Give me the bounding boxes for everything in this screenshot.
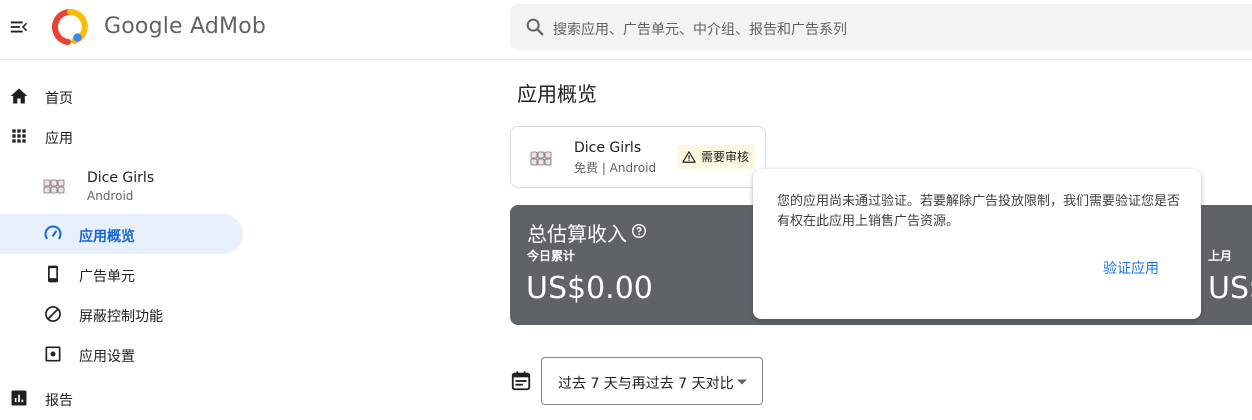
app-platform: Android <box>87 189 134 203</box>
verify-app-button[interactable]: 验证应用 <box>1095 257 1167 281</box>
sidebar-item-label: 应用设置 <box>79 349 135 365</box>
search-placeholder: 搜索应用、广告单元、中介组、报告和广告系列 <box>553 22 847 38</box>
help-icon[interactable] <box>631 223 647 239</box>
phone-icon <box>48 265 58 283</box>
sidebar-item-apps[interactable]: 应用 <box>0 116 243 156</box>
brand-product: AdMob <box>189 14 267 39</box>
today-value: US$0.00 <box>526 271 653 306</box>
sidebar-item-app-overview[interactable]: 应用概览 <box>0 214 243 254</box>
sidebar-item-label: 应用 <box>45 131 73 147</box>
sidebar-item-app-settings[interactable]: 应用设置 <box>0 334 243 374</box>
app-card-name: Dice Girls <box>574 140 642 156</box>
app-name: Dice Girls <box>87 170 155 186</box>
gauge-icon <box>44 225 62 240</box>
search-bar[interactable]: 搜索应用、广告单元、中介组、报告和广告系列 <box>510 4 1252 50</box>
admob-logo[interactable] <box>52 9 88 45</box>
menu-collapse-icon[interactable] <box>8 16 30 38</box>
brand-name: Google AdMob <box>104 14 266 39</box>
report-icon <box>11 390 27 406</box>
page-title: 应用概览 <box>517 82 597 106</box>
sidebar-item-app[interactable]: Dice Girls Android <box>0 161 243 211</box>
sidebar-item-ad-units[interactable]: 广告单元 <box>0 254 243 294</box>
app-summary-card[interactable]: Dice Girls 免费 | Android 需要审核 <box>510 126 766 188</box>
sidebar-item-label: 报告 <box>45 393 73 409</box>
last-month-label: 上月 <box>1208 249 1233 263</box>
sidebar-item-reports[interactable]: 报告 <box>0 378 243 418</box>
sidebar-item-blocking[interactable]: 屏蔽控制功能 <box>0 294 243 334</box>
earnings-title: 总估算收入 <box>527 222 627 246</box>
last-month-value: US$ <box>1208 271 1252 306</box>
review-status-badge[interactable]: 需要审核 <box>677 145 756 169</box>
sidebar-item-label: 首页 <box>45 91 73 107</box>
settings-icon <box>45 346 61 362</box>
brand-google: Google <box>104 14 183 39</box>
sidebar: 首页 应用 Dice Girls Android 应用概览 广告单元 屏蔽控制功… <box>0 61 260 420</box>
date-range-select[interactable]: 过去 7 天与再过去 7 天对比 <box>541 357 763 405</box>
dice-app-icon <box>43 179 65 194</box>
top-bar: Google AdMob 搜索应用、广告单元、中介组、报告和广告系列 <box>0 0 1252 60</box>
sidebar-item-label: 应用概览 <box>79 229 135 245</box>
popup-message: 您的应用尚未通过验证。若要解除广告投放限制，我们需要验证您是否有权在此应用上销售… <box>777 194 1181 229</box>
apps-grid-icon <box>12 129 26 143</box>
verification-popup: 您的应用尚未通过验证。若要解除广告投放限制，我们需要验证您是否有权在此应用上销售… <box>753 169 1201 319</box>
review-badge-label: 需要审核 <box>701 150 750 164</box>
app-card-sub: 免费 | Android <box>574 161 657 175</box>
dice-app-icon <box>530 151 552 166</box>
date-range-label: 过去 7 天与再过去 7 天对比 <box>558 376 734 392</box>
sidebar-item-label: 屏蔽控制功能 <box>79 309 163 325</box>
today-label: 今日累计 <box>527 249 576 263</box>
warning-icon <box>682 151 696 163</box>
block-icon <box>45 306 61 322</box>
caret-down-icon <box>737 379 747 385</box>
calendar-icon <box>511 371 531 391</box>
home-icon <box>10 88 28 104</box>
sidebar-item-label: 广告单元 <box>79 269 135 285</box>
sidebar-item-home[interactable]: 首页 <box>0 76 243 116</box>
search-icon <box>526 18 544 36</box>
